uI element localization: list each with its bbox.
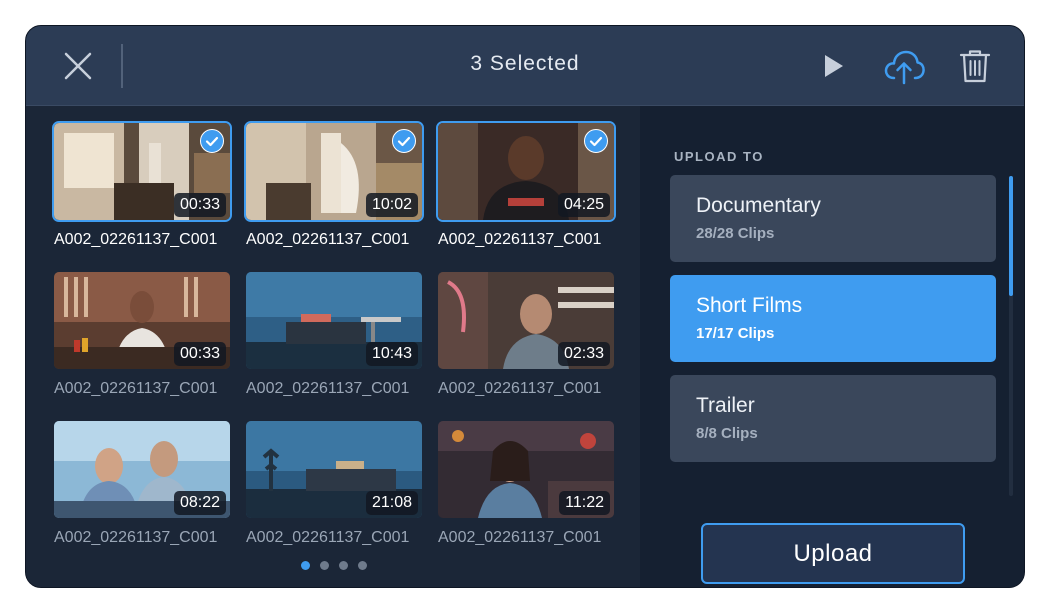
clip-thumbnail[interactable]: 00:33	[52, 121, 232, 222]
clip-duration: 08:22	[173, 491, 226, 515]
upload-panel: UPLOAD TO Documentary 28/28 Clips Short …	[640, 106, 1024, 587]
checkmark-icon	[584, 129, 608, 153]
clip-duration: 00:33	[173, 193, 226, 217]
clip-tile[interactable]: 00:33 A002_02261137_C001	[54, 272, 230, 412]
top-bar: 3 Selected	[26, 26, 1024, 106]
clip-tile[interactable]: 00:33 A002_02261137_C001	[52, 121, 232, 263]
clip-duration: 04:25	[557, 193, 610, 217]
clip-name: A002_02261137_C001	[54, 529, 218, 546]
clip-tile[interactable]: 04:25 A002_02261137_C001	[436, 121, 616, 263]
page-dot[interactable]	[358, 561, 367, 570]
clip-thumbnail[interactable]: 11:22	[438, 421, 614, 518]
clip-thumbnail[interactable]: 08:22	[54, 421, 230, 518]
clip-tile[interactable]: 11:22 A002_02261137_C001	[438, 421, 614, 561]
trash-icon[interactable]	[959, 48, 991, 84]
destination-trailer[interactable]: Trailer 8/8 Clips	[670, 375, 996, 462]
checkmark-icon	[392, 129, 416, 153]
clip-tile[interactable]: 10:43 A002_02261137_C001	[246, 272, 422, 412]
clip-tile[interactable]: 08:22 A002_02261137_C001	[54, 421, 230, 561]
checkmark-icon	[200, 129, 224, 153]
destination-short-films[interactable]: Short Films 17/17 Clips	[670, 275, 996, 362]
clip-thumbnail[interactable]: 10:43	[246, 272, 422, 369]
clip-tile[interactable]: 10:02 A002_02261137_C001	[244, 121, 424, 263]
destination-documentary[interactable]: Documentary 28/28 Clips	[670, 175, 996, 262]
clip-duration: 21:08	[365, 491, 418, 515]
clip-thumbnail[interactable]: 00:33	[54, 272, 230, 369]
destination-name: Short Films	[696, 294, 803, 317]
clip-name: A002_02261137_C001	[246, 380, 410, 397]
clip-name: A002_02261137_C001	[54, 231, 218, 248]
destination-name: Trailer	[696, 394, 755, 417]
scrollbar-thumb[interactable]	[1009, 176, 1013, 296]
cloud-upload-icon[interactable]	[882, 46, 926, 86]
clip-duration: 00:33	[173, 342, 226, 366]
clip-duration: 02:33	[557, 342, 610, 366]
page-dot[interactable]	[320, 561, 329, 570]
clip-browser: 00:33 A002_02261137_C001 10:02 A002_0226…	[26, 106, 640, 587]
clip-name: A002_02261137_C001	[54, 380, 218, 397]
page-dot[interactable]	[301, 561, 310, 570]
clip-thumbnail[interactable]: 21:08	[246, 421, 422, 518]
upload-to-heading: UPLOAD TO	[674, 149, 764, 164]
page-dot[interactable]	[339, 561, 348, 570]
clip-thumbnail[interactable]: 02:33	[438, 272, 614, 369]
clip-tile[interactable]: 02:33 A002_02261137_C001	[438, 272, 614, 412]
clip-thumbnail[interactable]: 10:02	[244, 121, 424, 222]
destination-name: Documentary	[696, 194, 821, 217]
clip-name: A002_02261137_C001	[438, 529, 602, 546]
destination-clip-count: 8/8 Clips	[696, 425, 758, 442]
clip-duration: 10:02	[365, 193, 418, 217]
clip-duration: 10:43	[365, 342, 418, 366]
play-icon[interactable]	[822, 52, 846, 80]
clip-name: A002_02261137_C001	[438, 380, 602, 397]
clip-thumbnail[interactable]: 04:25	[436, 121, 616, 222]
upload-dialog: 3 Selected 00:33 A002_02261137_C001 10:0…	[25, 25, 1025, 588]
clip-name: A002_02261137_C001	[246, 231, 410, 248]
destination-clip-count: 28/28 Clips	[696, 225, 775, 242]
selection-title: 3 Selected	[470, 52, 580, 75]
clip-name: A002_02261137_C001	[246, 529, 410, 546]
clip-name: A002_02261137_C001	[438, 231, 602, 248]
upload-button[interactable]: Upload	[701, 523, 965, 584]
clip-tile[interactable]: 21:08 A002_02261137_C001	[246, 421, 422, 561]
destination-clip-count: 17/17 Clips	[696, 325, 775, 342]
clip-duration: 11:22	[559, 491, 610, 515]
